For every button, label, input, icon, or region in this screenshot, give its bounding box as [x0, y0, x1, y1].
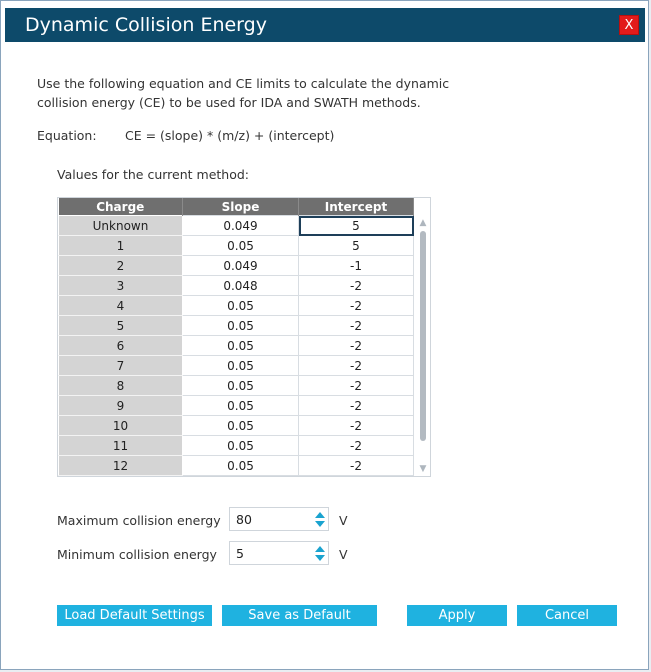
table-row[interactable]: 6 0.05 -2: [58, 335, 414, 356]
charge-cell: 8: [58, 375, 183, 396]
table-row[interactable]: 8 0.05 -2: [58, 375, 414, 396]
equation-text: CE = (slope) * (m/z) + (intercept): [125, 128, 335, 143]
intercept-cell[interactable]: -1: [298, 255, 414, 276]
max-ce-label: Maximum collision energy: [57, 513, 221, 528]
min-ce-value[interactable]: 5: [236, 546, 244, 561]
slope-cell[interactable]: 0.05: [182, 435, 299, 456]
table-row[interactable]: 3 0.048 -2: [58, 275, 414, 296]
max-ce-unit: V: [339, 513, 348, 528]
charge-cell: 11: [58, 435, 183, 456]
intercept-cell[interactable]: -2: [298, 275, 414, 296]
spin-up-icon[interactable]: [315, 546, 325, 552]
min-ce-label: Minimum collision energy: [57, 547, 217, 562]
title-bar: Dynamic Collision Energy X: [5, 8, 645, 42]
equation-label: Equation:: [37, 128, 97, 143]
intercept-cell[interactable]: -2: [298, 395, 414, 416]
charge-cell: 9: [58, 395, 183, 416]
intercept-cell[interactable]: -2: [298, 415, 414, 436]
scrollbar-thumb[interactable]: [420, 231, 426, 441]
charge-cell: 6: [58, 335, 183, 356]
save-default-settings-button[interactable]: Save as Default Settings: [222, 605, 377, 644]
ce-values-grid: Charge Slope Intercept Unknown 0.049 5 1 0.0…: [57, 197, 431, 477]
spin-down-icon[interactable]: [315, 521, 325, 527]
spin-down-icon[interactable]: [315, 555, 325, 561]
max-ce-value[interactable]: 80: [236, 512, 252, 527]
load-default-settings-button[interactable]: Load Default Settings: [57, 605, 212, 626]
slope-cell[interactable]: 0.05: [182, 295, 299, 316]
spin-up-icon[interactable]: [315, 512, 325, 518]
charge-cell: 2: [58, 255, 183, 276]
intercept-cell[interactable]: -2: [298, 375, 414, 396]
min-ce-spin-arrows: [315, 543, 325, 563]
charge-cell: 7: [58, 355, 183, 376]
column-header-slope[interactable]: Slope: [182, 198, 299, 216]
description-line-1: Use the following equation and CE limits…: [37, 76, 450, 91]
apply-button[interactable]: Apply: [407, 605, 507, 626]
dialog-window: Dynamic Collision Energy X Use the follo…: [0, 0, 649, 670]
slope-cell[interactable]: 0.05: [182, 355, 299, 376]
slope-cell[interactable]: 0.048: [182, 275, 299, 296]
charge-cell: 5: [58, 315, 183, 336]
table-row[interactable]: 10 0.05 -2: [58, 415, 414, 436]
max-ce-spin-arrows: [315, 509, 325, 529]
table-row[interactable]: 1 0.05 5: [58, 235, 414, 256]
table-row[interactable]: 12 0.05 -2: [58, 455, 414, 476]
vertical-scrollbar[interactable]: ▲ ▼: [417, 218, 429, 474]
slope-cell[interactable]: 0.049: [182, 215, 299, 236]
charge-cell: 3: [58, 275, 183, 296]
intercept-cell[interactable]: -2: [298, 315, 414, 336]
slope-cell[interactable]: 0.049: [182, 255, 299, 276]
close-button[interactable]: X: [619, 15, 639, 35]
table-header-row: Charge Slope Intercept: [58, 198, 414, 216]
table-row[interactable]: 5 0.05 -2: [58, 315, 414, 336]
charge-cell: 4: [58, 295, 183, 316]
max-ce-stepper[interactable]: 80: [229, 507, 329, 531]
intercept-cell[interactable]: -2: [298, 295, 414, 316]
slope-cell[interactable]: 0.05: [182, 455, 299, 476]
table-row[interactable]: 9 0.05 -2: [58, 395, 414, 416]
slope-cell[interactable]: 0.05: [182, 235, 299, 256]
table-row[interactable]: 11 0.05 -2: [58, 435, 414, 456]
column-header-charge[interactable]: Charge: [58, 198, 183, 216]
table-row[interactable]: 4 0.05 -2: [58, 295, 414, 316]
intercept-cell[interactable]: -2: [298, 455, 414, 476]
intercept-cell[interactable]: 5: [298, 215, 414, 236]
charge-cell: 12: [58, 455, 183, 476]
slope-cell[interactable]: 0.05: [182, 395, 299, 416]
intercept-cell[interactable]: -2: [298, 435, 414, 456]
charge-cell: 1: [58, 235, 183, 256]
description-line-2: collision energy (CE) to be used for IDA…: [37, 95, 421, 110]
cancel-button[interactable]: Cancel: [517, 605, 617, 626]
charge-cell: 10: [58, 415, 183, 436]
dialog-title: Dynamic Collision Energy: [25, 14, 267, 36]
slope-cell[interactable]: 0.05: [182, 335, 299, 356]
table-row[interactable]: 7 0.05 -2: [58, 355, 414, 376]
intercept-cell[interactable]: -2: [298, 335, 414, 356]
slope-cell[interactable]: 0.05: [182, 375, 299, 396]
intercept-cell[interactable]: 5: [298, 235, 414, 256]
table-row[interactable]: Unknown 0.049 5: [58, 215, 414, 236]
intercept-cell[interactable]: -2: [298, 355, 414, 376]
column-header-intercept[interactable]: Intercept: [298, 198, 414, 216]
min-ce-stepper[interactable]: 5: [229, 541, 329, 565]
values-label: Values for the current method:: [57, 167, 250, 182]
slope-cell[interactable]: 0.05: [182, 315, 299, 336]
min-ce-unit: V: [339, 547, 348, 562]
ce-table: Charge Slope Intercept Unknown 0.049 5 1 0.0…: [58, 198, 414, 476]
slope-cell[interactable]: 0.05: [182, 415, 299, 436]
scroll-up-arrow-icon[interactable]: ▲: [418, 218, 428, 228]
table-row[interactable]: 2 0.049 -1: [58, 255, 414, 276]
charge-cell: Unknown: [58, 215, 183, 236]
scroll-down-arrow-icon[interactable]: ▼: [418, 464, 428, 474]
